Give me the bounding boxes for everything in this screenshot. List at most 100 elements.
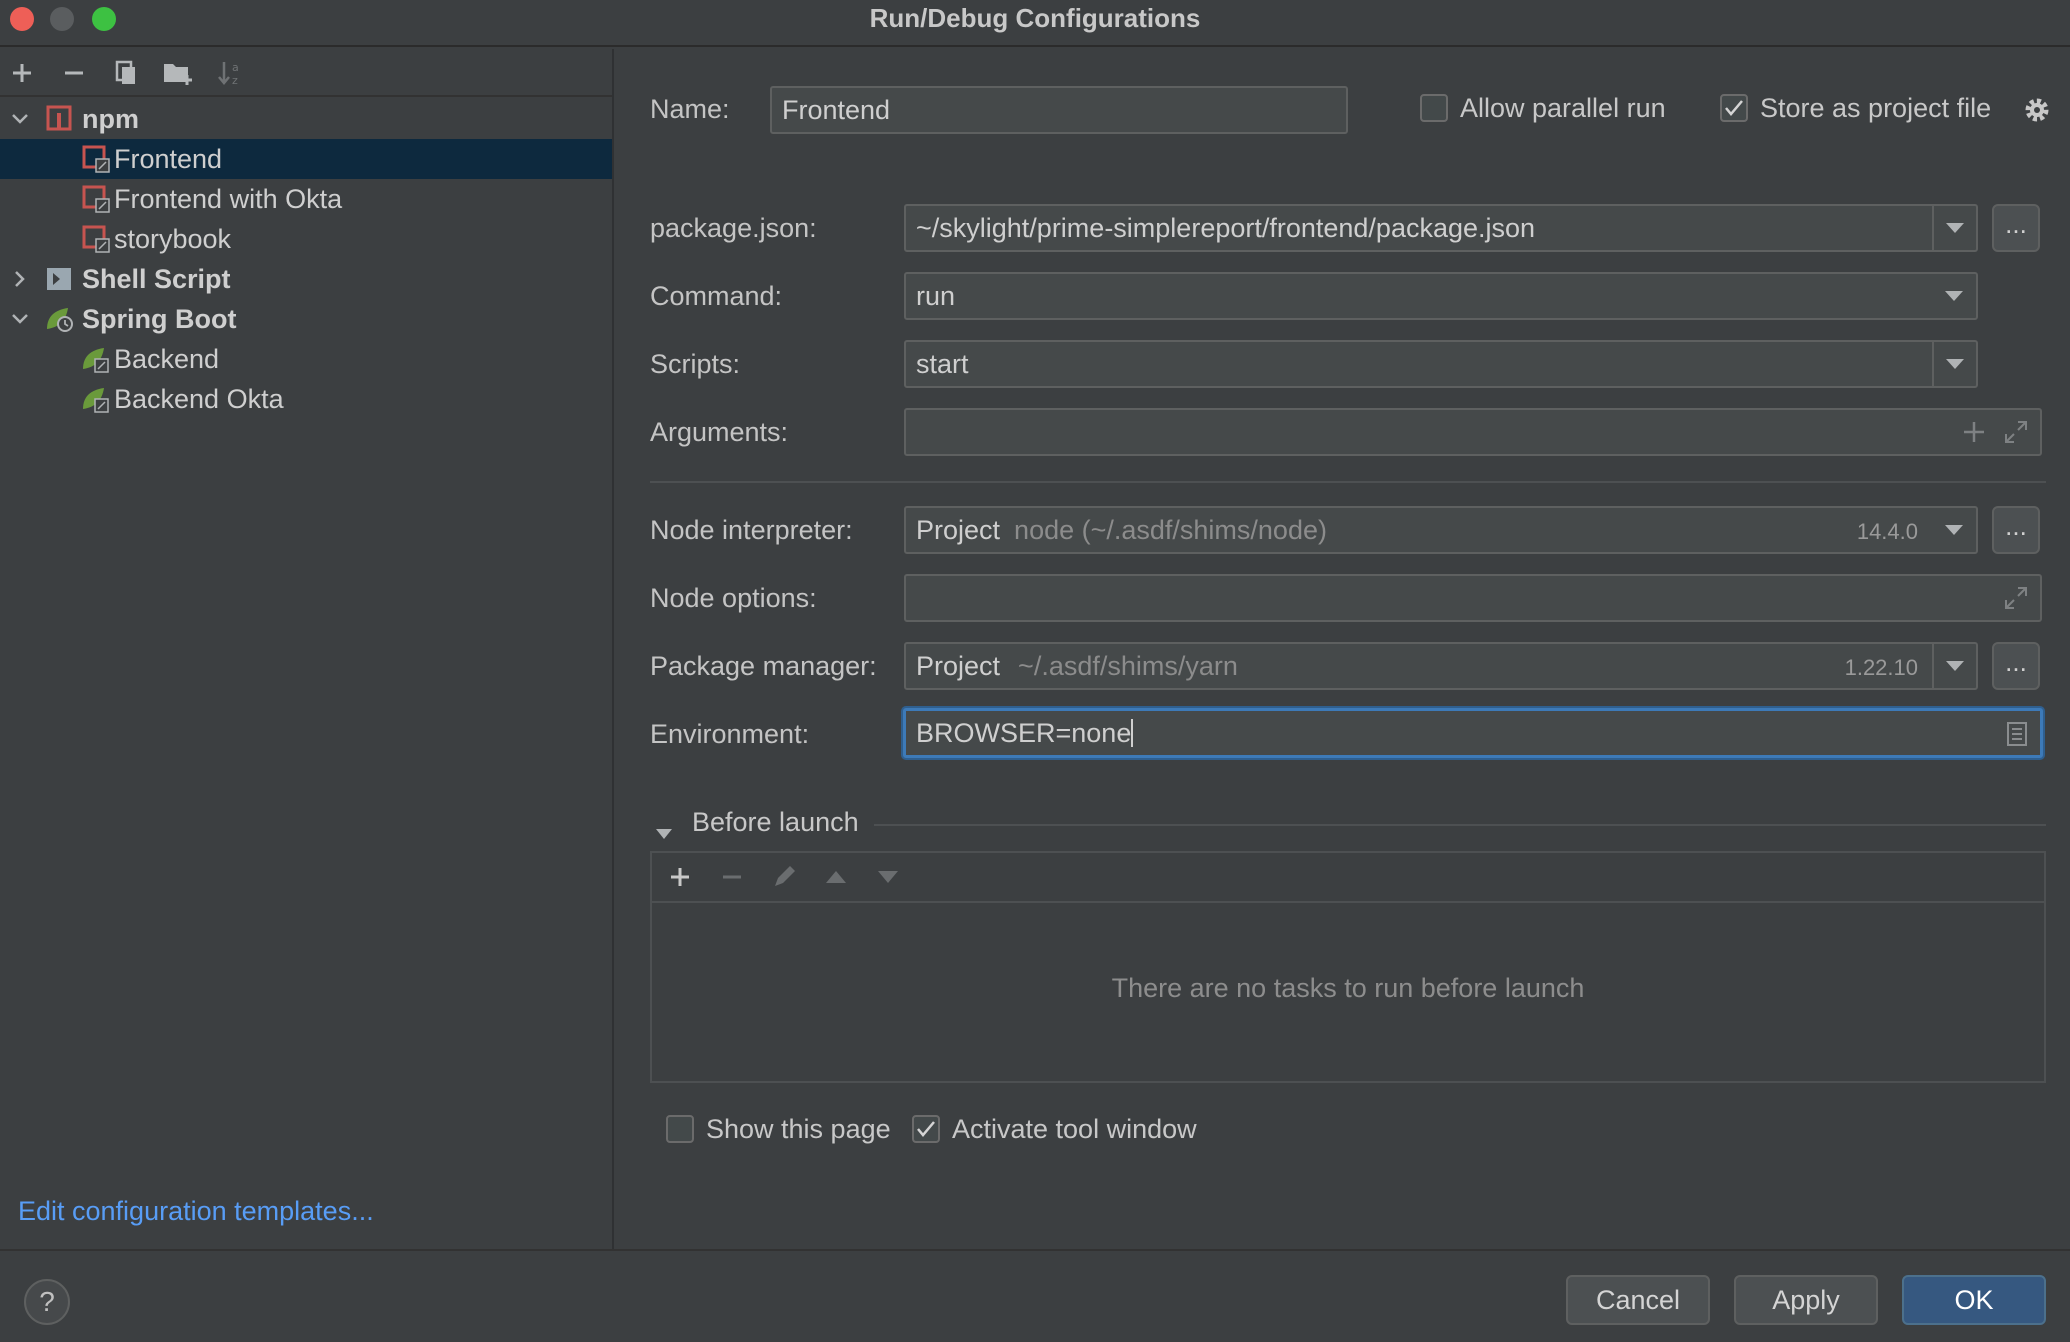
tree-group-label: Shell Script bbox=[82, 263, 231, 294]
npm-run-icon bbox=[82, 225, 110, 253]
node-options-label: Node options: bbox=[650, 583, 817, 613]
package-manager-path: ~/.asdf/shims/yarn bbox=[1018, 650, 1238, 681]
tree-item-backend[interactable]: Backend bbox=[0, 339, 612, 379]
chevron-down-icon[interactable] bbox=[1932, 342, 1976, 386]
npm-run-icon bbox=[82, 145, 110, 173]
scripts-combo[interactable]: start bbox=[904, 340, 1978, 388]
divider bbox=[874, 824, 2046, 826]
command-label: Command: bbox=[650, 281, 783, 311]
activate-tool-window-checkbox[interactable] bbox=[912, 1115, 940, 1143]
chevron-down-icon[interactable] bbox=[8, 307, 32, 331]
copy-icon[interactable] bbox=[110, 57, 142, 89]
tree-item-label: Frontend bbox=[114, 143, 223, 174]
arguments-input[interactable] bbox=[904, 408, 2042, 456]
show-this-page-label: Show this page bbox=[706, 1114, 891, 1144]
chevron-down-icon[interactable] bbox=[1932, 274, 1976, 318]
store-as-project-file-label: Store as project file bbox=[1760, 93, 1992, 123]
tree-group-spring-boot[interactable]: Spring Boot bbox=[0, 299, 612, 339]
remove-icon[interactable] bbox=[716, 861, 748, 893]
node-options-input[interactable] bbox=[904, 574, 2042, 622]
command-select[interactable]: run bbox=[904, 272, 1978, 320]
npm-run-icon bbox=[82, 185, 110, 213]
window-title: Run/Debug Configurations bbox=[869, 3, 1201, 33]
environment-label: Environment: bbox=[650, 719, 810, 749]
divider bbox=[650, 481, 2046, 483]
tree-item-label: storybook bbox=[114, 223, 232, 254]
tree-group-shell-script[interactable]: Shell Script bbox=[0, 259, 612, 299]
allow-parallel-run-checkbox[interactable] bbox=[1420, 94, 1448, 122]
name-input[interactable]: Frontend bbox=[770, 86, 1348, 134]
package-json-combo[interactable]: ~/skylight/prime-simplereport/frontend/p… bbox=[904, 204, 1978, 252]
configurations-sidebar: az npm Frontend Frontend with Okta story… bbox=[0, 49, 614, 1249]
before-launch-empty-text: There are no tasks to run before launch bbox=[1111, 973, 1585, 1003]
tree-item-frontend-with-okta[interactable]: Frontend with Okta bbox=[0, 179, 612, 219]
show-this-page-checkbox[interactable] bbox=[666, 1115, 694, 1143]
remove-icon[interactable] bbox=[58, 57, 90, 89]
spring-boot-icon bbox=[44, 305, 73, 333]
package-manager-label: Package manager: bbox=[650, 651, 877, 681]
chevron-down-icon[interactable] bbox=[8, 107, 32, 131]
environment-value: BROWSER=none bbox=[916, 717, 1132, 748]
move-down-icon[interactable] bbox=[872, 861, 904, 893]
gear-icon[interactable] bbox=[2022, 95, 2052, 125]
before-launch-chevron-icon[interactable] bbox=[654, 817, 674, 848]
new-folder-icon[interactable] bbox=[162, 57, 194, 89]
package-json-label: package.json: bbox=[650, 213, 817, 243]
allow-parallel-run-label: Allow parallel run bbox=[1460, 93, 1666, 123]
tree-item-label: Frontend with Okta bbox=[114, 183, 343, 214]
package-json-value: ~/skylight/prime-simplereport/frontend/p… bbox=[916, 212, 1536, 243]
plus-icon[interactable] bbox=[1962, 420, 1986, 451]
add-icon[interactable] bbox=[6, 57, 38, 89]
edit-icon[interactable] bbox=[768, 861, 800, 893]
chevron-down-icon[interactable] bbox=[1932, 206, 1976, 250]
tree-item-backend-okta[interactable]: Backend Okta bbox=[0, 379, 612, 419]
title-bar: Run/Debug Configurations bbox=[0, 0, 2070, 47]
store-as-project-file-checkbox[interactable] bbox=[1720, 94, 1748, 122]
package-manager-version: 1.22.10 bbox=[1844, 655, 1918, 680]
sort-icon[interactable]: az bbox=[214, 57, 246, 89]
environment-input[interactable]: BROWSER=none bbox=[903, 708, 2043, 758]
tree-item-storybook[interactable]: storybook bbox=[0, 219, 612, 259]
shell-script-icon bbox=[46, 265, 74, 293]
arguments-label: Arguments: bbox=[650, 417, 789, 447]
npm-icon bbox=[46, 105, 74, 133]
spring-boot-run-icon bbox=[80, 345, 109, 373]
apply-button[interactable]: Apply bbox=[1734, 1275, 1878, 1325]
package-manager-kind: Project bbox=[916, 650, 1001, 681]
spring-boot-run-icon bbox=[80, 385, 109, 413]
sidebar-toolbar: az bbox=[0, 49, 612, 97]
tree-group-npm[interactable]: npm bbox=[0, 99, 612, 139]
tree-item-label: Backend bbox=[114, 343, 220, 374]
node-interpreter-label: Node interpreter: bbox=[650, 515, 853, 545]
move-up-icon[interactable] bbox=[820, 861, 852, 893]
command-value: run bbox=[916, 280, 956, 311]
chevron-down-icon[interactable] bbox=[1932, 508, 1976, 552]
before-launch-panel: There are no tasks to run before launch bbox=[650, 851, 2046, 1083]
chevron-down-icon[interactable] bbox=[1932, 644, 1976, 688]
add-icon[interactable] bbox=[664, 861, 696, 893]
before-launch-toolbar bbox=[652, 853, 2044, 903]
before-launch-title: Before launch bbox=[692, 807, 859, 837]
browse-node-interpreter-button[interactable]: ... bbox=[1992, 506, 2040, 554]
package-manager-combo[interactable]: Project ~/.asdf/shims/yarn 1.22.10 bbox=[904, 642, 1978, 690]
scripts-value: start bbox=[916, 348, 969, 379]
node-interpreter-combo[interactable]: Project node (~/.asdf/shims/node) 14.4.0 bbox=[904, 506, 1978, 554]
browse-package-json-button[interactable]: ... bbox=[1992, 204, 2040, 252]
svg-text:z: z bbox=[232, 74, 238, 87]
document-icon[interactable] bbox=[2006, 721, 2028, 754]
browse-package-manager-button[interactable]: ... bbox=[1992, 642, 2040, 690]
help-button[interactable]: ? bbox=[24, 1279, 70, 1325]
text-cursor bbox=[1131, 719, 1134, 747]
activate-tool-window-label: Activate tool window bbox=[952, 1114, 1197, 1144]
chevron-right-icon[interactable] bbox=[8, 267, 32, 291]
edit-configuration-templates-link[interactable]: Edit configuration templates... bbox=[18, 1196, 374, 1227]
ok-button[interactable]: OK bbox=[1902, 1275, 2046, 1325]
tree-group-label: npm bbox=[82, 103, 139, 134]
node-interpreter-kind: Project bbox=[916, 514, 1001, 545]
tree-item-frontend[interactable]: Frontend bbox=[0, 139, 612, 179]
cancel-button[interactable]: Cancel bbox=[1566, 1275, 1710, 1325]
expand-icon[interactable] bbox=[2004, 420, 2028, 451]
configuration-editor: Name: Frontend Allow parallel run Store … bbox=[616, 49, 2070, 1249]
expand-icon[interactable] bbox=[2004, 586, 2028, 617]
name-label: Name: bbox=[650, 94, 730, 124]
